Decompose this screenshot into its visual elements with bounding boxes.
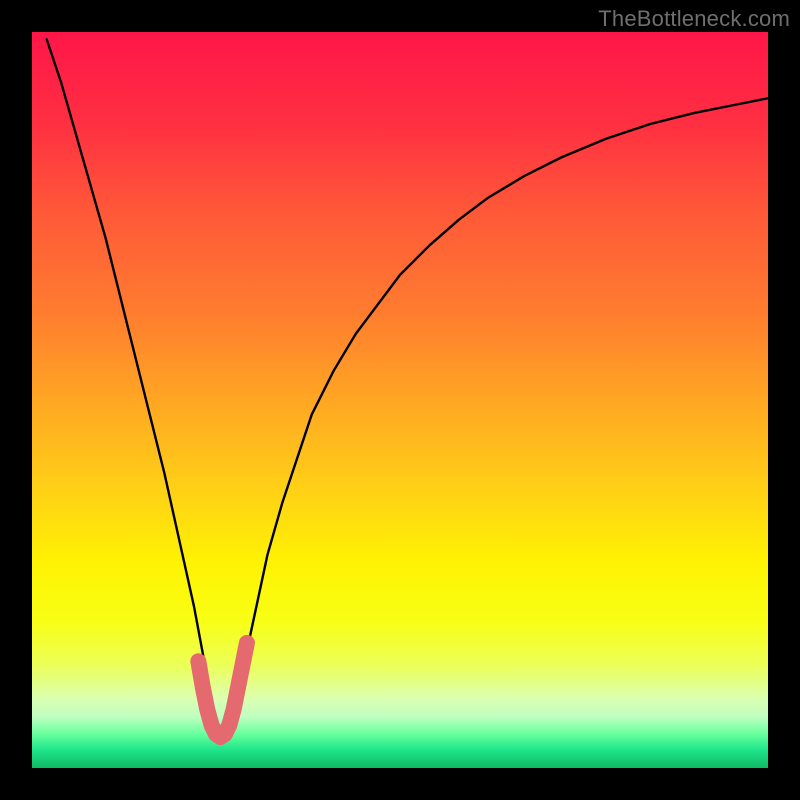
chart-frame: TheBottleneck.com: [0, 0, 800, 800]
bottleneck-chart: [0, 0, 800, 800]
chart-background: [32, 32, 768, 768]
